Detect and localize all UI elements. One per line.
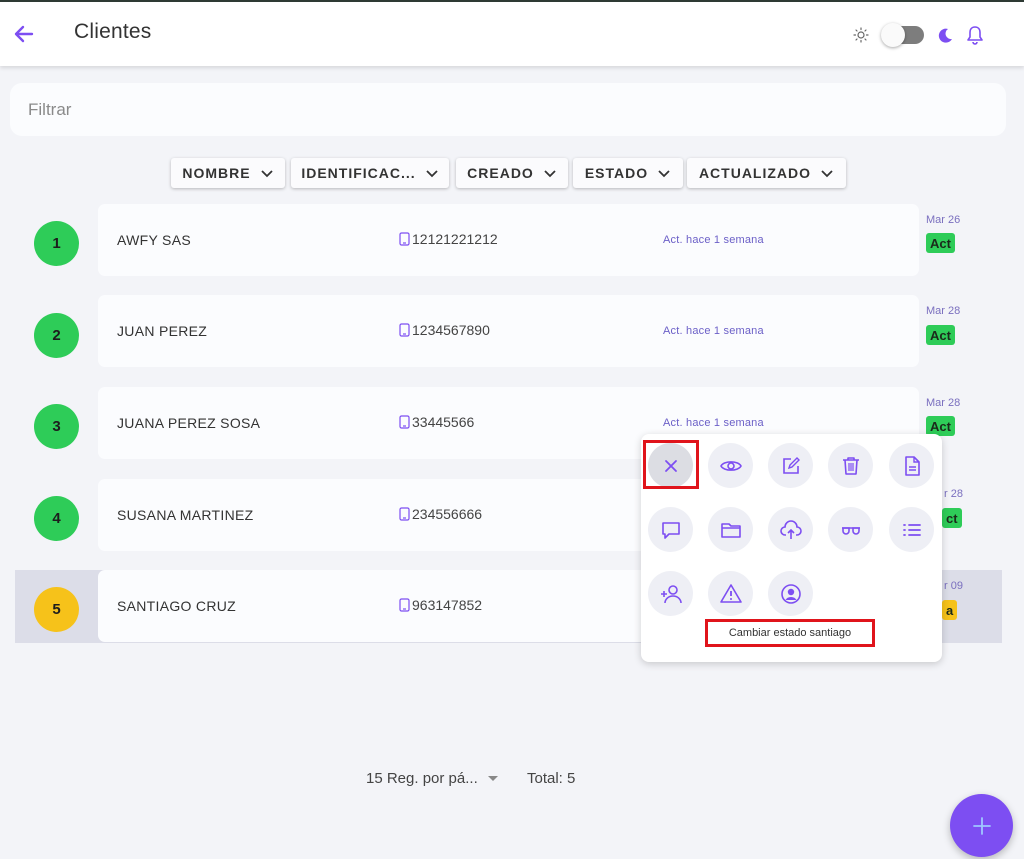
folder-icon [720, 522, 741, 538]
glasses-icon [841, 526, 860, 535]
add-contact-button[interactable] [648, 571, 693, 616]
client-id-value: 963147852 [412, 597, 483, 613]
row-number-badge: 1 [34, 221, 79, 266]
phone-icon [399, 323, 410, 337]
client-row[interactable]: AWFY SAS 12121221212 Act. hace 1 semana [98, 204, 919, 276]
sort-creado-button[interactable]: CREADO [456, 158, 568, 188]
glasses-button[interactable] [828, 507, 873, 552]
status-badge: Act [926, 325, 955, 345]
sun-icon [853, 27, 869, 43]
client-name: SUSANA MARTINEZ [117, 507, 254, 523]
caret-down-icon [487, 776, 498, 781]
add-user-icon [660, 584, 682, 603]
row-date: r 28 [944, 488, 963, 500]
client-name: JUANA PEREZ SOSA [117, 415, 261, 431]
cloud-upload-icon [779, 519, 802, 539]
client-name: SANTIAGO CRUZ [117, 598, 237, 614]
comment-icon [661, 521, 680, 539]
sort-label: ESTADO [584, 165, 649, 181]
page-title: Clientes [74, 20, 152, 43]
sort-estado-button[interactable]: ESTADO [573, 158, 683, 188]
row-date: Mar 28 [926, 305, 961, 317]
phone-icon [399, 232, 410, 246]
filter-input[interactable] [10, 83, 1006, 136]
list-button[interactable] [889, 507, 934, 552]
client-id: 1234567890 [399, 322, 490, 338]
sort-label: ACTUALIZADO [698, 165, 812, 181]
warning-icon [719, 583, 742, 603]
alert-button[interactable] [708, 571, 753, 616]
client-id: 963147852 [399, 597, 482, 613]
row-date: Mar 28 [926, 397, 961, 409]
action-tooltip: Cambiar estado santiago [705, 619, 875, 647]
updated-label: Act. hace 1 semana [663, 325, 764, 337]
add-client-button[interactable] [950, 794, 1013, 857]
client-id: 33445566 [399, 414, 474, 430]
notifications-button[interactable] [964, 24, 986, 46]
row-number-badge: 3 [34, 404, 79, 449]
document-button[interactable] [889, 443, 934, 488]
total-count: Total: 5 [527, 770, 576, 787]
chevron-down-icon [426, 170, 438, 178]
folder-button[interactable] [708, 507, 753, 552]
chevron-down-icon [658, 170, 670, 178]
comments-button[interactable] [648, 507, 693, 552]
phone-icon [399, 415, 410, 429]
profile-button[interactable] [768, 571, 813, 616]
sort-label: CREADO [467, 165, 534, 181]
sort-identificacion-button[interactable]: IDENTIFICAC... [291, 158, 449, 188]
chevron-down-icon [260, 170, 273, 178]
row-number-badge: 4 [34, 496, 79, 541]
row-number-badge: 5 [34, 587, 79, 632]
updated-label: Act. hace 1 semana [663, 417, 764, 429]
user-circle-icon [780, 583, 801, 604]
row-date: Mar 26 [926, 214, 961, 226]
trash-icon [842, 456, 859, 475]
client-id-value: 33445566 [412, 414, 475, 430]
status-badge: Act [926, 233, 955, 253]
plus-icon [972, 816, 991, 835]
sort-label: IDENTIFICAC... [301, 165, 416, 181]
updated-label: Act. hace 1 semana [663, 234, 764, 246]
bell-icon [967, 26, 983, 45]
chevron-down-icon [821, 170, 833, 178]
rows-per-page-label: 15 Reg. por pá... [366, 770, 478, 787]
sort-label: NOMBRE [182, 165, 251, 181]
view-button[interactable] [708, 443, 753, 488]
app-header: Clientes [0, 2, 1024, 66]
client-name: JUAN PEREZ [117, 323, 208, 339]
client-id-value: 12121221212 [412, 231, 498, 247]
status-badge: a [942, 600, 958, 620]
row-date: r 09 [944, 580, 963, 592]
edit-icon [782, 456, 800, 474]
toggle-knob [881, 23, 905, 47]
phone-icon [399, 598, 410, 612]
document-icon [904, 455, 920, 476]
client-name: AWFY SAS [117, 232, 191, 248]
client-id-value: 1234567890 [412, 322, 490, 338]
back-arrow-icon [14, 25, 34, 43]
upload-button[interactable] [768, 507, 813, 552]
phone-icon [399, 507, 410, 521]
moon-icon [938, 28, 952, 43]
sort-nombre-button[interactable]: NOMBRE [171, 158, 285, 188]
theme-toggle[interactable] [881, 23, 924, 47]
client-id: 234556666 [399, 506, 482, 522]
eye-icon [719, 460, 742, 471]
edit-button[interactable] [768, 443, 813, 488]
client-id: 12121221212 [399, 231, 498, 247]
sort-actualizado-button[interactable]: ACTUALIZADO [687, 158, 846, 188]
client-row[interactable]: JUAN PEREZ 1234567890 Act. hace 1 semana [98, 295, 919, 367]
list-icon [902, 523, 921, 536]
status-badge: ct [942, 508, 962, 528]
highlight-box [643, 440, 699, 489]
back-button[interactable] [10, 20, 38, 48]
chevron-down-icon [544, 170, 556, 178]
client-id-value: 234556666 [412, 506, 483, 522]
rows-per-page-select[interactable]: 15 Reg. por pá... [366, 770, 498, 787]
status-badge: Act [926, 416, 955, 436]
delete-button[interactable] [828, 443, 873, 488]
row-number-badge: 2 [34, 313, 79, 358]
